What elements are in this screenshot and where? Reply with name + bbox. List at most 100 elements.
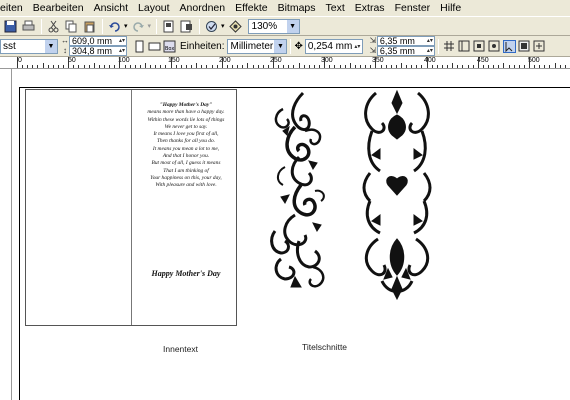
ruler-tick: [47, 65, 49, 68]
save-button[interactable]: [2, 18, 19, 35]
snap-to-grid-button[interactable]: [443, 40, 456, 53]
spinner-icon[interactable]: ▴▾: [118, 37, 126, 45]
ruler-label: 0: [18, 57, 22, 64]
ruler-tick: [293, 65, 295, 68]
treat-as-filled-icon: [505, 41, 513, 52]
ruler-tick: [467, 65, 469, 68]
menu-text[interactable]: Text: [321, 0, 350, 16]
ruler-tick: [191, 65, 193, 68]
landscape-icon: [148, 42, 161, 50]
ruler-tick: [493, 65, 495, 68]
caption-inside-text[interactable]: Innentext: [163, 344, 198, 354]
ruler-tick: [63, 65, 65, 68]
poem-text[interactable]: "Happy Mother's Day" means more than hav…: [134, 102, 238, 190]
snap-to-guidelines-button[interactable]: [458, 40, 471, 53]
redo-button[interactable]: [130, 18, 147, 35]
undo-dropdown-icon[interactable]: ▾: [124, 22, 128, 30]
ruler-tick: [78, 65, 80, 68]
menu-effekte[interactable]: Effekte: [230, 0, 273, 16]
ruler-tick: [498, 65, 500, 68]
menu-datei[interactable]: eiten: [0, 0, 28, 16]
page-width-field[interactable]: 609,0 mm ▴▾: [69, 36, 127, 46]
options-button[interactable]: [518, 40, 531, 53]
horizontal-ruler[interactable]: 0 50 100 150 200 250 300 350 400 450 500: [0, 57, 570, 69]
ruler-tick: [344, 65, 346, 68]
landscape-button[interactable]: [148, 40, 161, 53]
ruler-tick: [150, 65, 152, 68]
ruler-label: 350: [372, 57, 384, 64]
menu-bearbeiten[interactable]: Bearbeiten: [28, 0, 89, 16]
options-icon: [518, 40, 530, 52]
snap-to-objects-button[interactable]: [473, 40, 486, 53]
vertical-ruler[interactable]: [0, 69, 12, 400]
poem-line: It means you mean a lot to me,: [152, 145, 220, 152]
menu-ansicht[interactable]: Ansicht: [89, 0, 133, 16]
app-launcher-button[interactable]: [203, 18, 220, 35]
ruler-tick: [426, 57, 428, 68]
export-icon: [180, 20, 193, 32]
menu-fenster[interactable]: Fenster: [390, 0, 436, 16]
page-options-button[interactable]: [533, 40, 546, 53]
welcome-screen-button[interactable]: [227, 18, 244, 35]
duplicate-x-field[interactable]: 6,35 mm ▴▾: [376, 36, 435, 46]
zoom-level-value: 130%: [251, 20, 278, 32]
heart-ornament[interactable]: [358, 89, 436, 301]
poem-line: Within these words lie lots of things: [147, 116, 225, 123]
ruler-tick: [283, 65, 285, 68]
greeting-card-inside[interactable]: "Happy Mother's Day" means more than hav…: [25, 89, 237, 326]
nudge-icon: ✥: [294, 40, 303, 52]
paste-button[interactable]: [81, 18, 98, 35]
ruler-tick: [401, 63, 402, 68]
all-pages-button[interactable]: Box: [163, 40, 176, 53]
drawing-canvas[interactable]: "Happy Mother's Day" means more than hav…: [12, 69, 570, 400]
card-signature[interactable]: Happy Mother's Day: [134, 269, 238, 278]
treat-as-filled-button[interactable]: [502, 39, 516, 53]
dynamic-guides-button[interactable]: [488, 40, 501, 53]
ruler-tick: [472, 65, 474, 68]
caption-title-cuts[interactable]: Titelschnitte: [302, 342, 347, 352]
nudge-distance-field[interactable]: 0,254 mm ▴▾: [304, 38, 363, 54]
cut-button[interactable]: [45, 18, 62, 35]
menu-hilfe[interactable]: Hilfe: [435, 0, 466, 16]
ruler-tick: [390, 65, 392, 68]
duplicate-y-field[interactable]: 6,35 mm ▴▾: [376, 46, 435, 56]
app-launcher-dropdown-icon[interactable]: ▾: [221, 22, 225, 30]
menu-extras[interactable]: Extras: [350, 0, 390, 16]
poem-line: means more than have a happy day.: [147, 109, 225, 116]
menu-anordnen[interactable]: Anordnen: [175, 0, 231, 16]
spinner-icon[interactable]: ▴▾: [353, 43, 362, 50]
ruler-tick: [17, 57, 18, 68]
ruler-tick: [370, 65, 372, 68]
zoom-level-dropdown[interactable]: 130% ▼: [247, 18, 300, 34]
ruler-tick: [257, 65, 259, 68]
ruler-tick: [27, 65, 29, 68]
page-height-field[interactable]: 304,8 mm ▴▾: [69, 46, 127, 56]
ruler-tick: [544, 65, 546, 68]
ruler-tick: [518, 65, 520, 68]
page-width-value: 609,0 mm: [72, 36, 113, 46]
spinner-icon[interactable]: ▴▾: [118, 47, 126, 55]
width-icon: ↔: [61, 36, 69, 45]
menu-bar: eiten Bearbeiten Ansicht Layout Anordnen…: [0, 0, 570, 16]
vine-ornament[interactable]: [265, 91, 335, 291]
height-icon: ↕: [63, 46, 67, 55]
units-dropdown[interactable]: Millimeter ▼: [227, 38, 288, 54]
ruler-tick: [175, 65, 177, 68]
menu-layout[interactable]: Layout: [133, 0, 175, 16]
export-button[interactable]: [178, 18, 195, 35]
import-icon: [163, 20, 174, 32]
ruler-tick: [139, 65, 141, 68]
copy-button[interactable]: [63, 18, 80, 35]
ruler-tick: [441, 65, 443, 68]
ruler-tick: [319, 65, 321, 68]
import-button[interactable]: [160, 18, 177, 35]
ruler-tick: [411, 65, 413, 68]
portrait-button[interactable]: [133, 40, 146, 53]
spinner-icon[interactable]: ▴▾: [426, 47, 434, 55]
redo-dropdown-icon[interactable]: ▾: [148, 22, 152, 30]
spinner-icon[interactable]: ▴▾: [426, 37, 434, 45]
paper-type-dropdown[interactable]: sst ▼: [0, 38, 58, 54]
undo-button[interactable]: [106, 18, 123, 35]
print-button[interactable]: [20, 18, 37, 35]
menu-bitmaps[interactable]: Bitmaps: [273, 0, 321, 16]
